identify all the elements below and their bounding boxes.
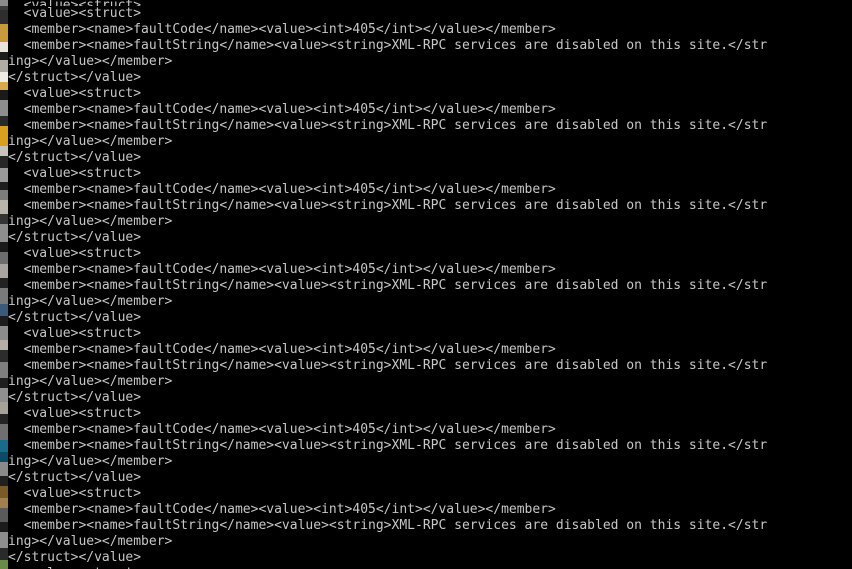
background-window-strip-segment (0, 190, 8, 200)
background-window-strip-segment (0, 304, 8, 316)
terminal-line: <value><struct> (8, 166, 142, 181)
background-window-strip-segment (0, 288, 8, 304)
terminal-line: <value><struct> (8, 406, 142, 421)
background-window-strip-segment (0, 42, 8, 52)
background-window-strip-segment (0, 10, 8, 24)
terminal-line: ing></value></member> (8, 54, 173, 69)
terminal-line: ing></value></member> (8, 214, 173, 229)
background-window-strip-segment (0, 264, 8, 278)
background-window-strip-segment (0, 252, 8, 264)
terminal-window[interactable]: <value><struct> <value><struct> <member>… (0, 0, 852, 569)
background-window-strip-segment (0, 486, 8, 498)
terminal-line: <value><struct> (8, 86, 142, 101)
terminal-line: </struct></value> (8, 150, 142, 165)
terminal-line: <member><name>faultString</name><value><… (8, 518, 768, 533)
background-window-strip-segment (0, 522, 8, 532)
terminal-line: <value><struct> (8, 6, 142, 21)
background-window-strip-segment (0, 242, 8, 252)
background-window-strip-segment (0, 440, 8, 452)
terminal-line: ing></value></member> (8, 374, 173, 389)
background-window-strip-segment (0, 24, 8, 42)
background-window-strip-segment (0, 414, 8, 424)
terminal-line: <member><name>faultCode</name><value><in… (8, 422, 556, 437)
terminal-line: <member><name>faultCode</name><value><in… (8, 102, 556, 117)
terminal-line: <member><name>faultString</name><value><… (8, 438, 768, 453)
terminal-line: <member><name>faultString</name><value><… (8, 38, 768, 53)
background-window-strip-segment (0, 60, 8, 72)
background-window-strip-segment (0, 560, 8, 569)
terminal-line: <member><name>faultString</name><value><… (8, 118, 768, 133)
terminal-line: ing></value></member> (8, 534, 173, 549)
background-window-strip-segment (0, 156, 8, 168)
terminal-line: <member><name>faultString</name><value><… (8, 358, 768, 373)
terminal-line: ing></value></member> (8, 134, 173, 149)
background-window-strip-segment (0, 82, 8, 90)
background-window-strip-segment (0, 90, 8, 100)
background-window-strip-segment (0, 452, 8, 462)
background-window-strip-segment (0, 378, 8, 388)
terminal-line: <member><name>faultCode</name><value><in… (8, 22, 556, 37)
background-window-strip-segment (0, 182, 8, 190)
background-window-strip-segment (0, 214, 8, 224)
background-window-strip-segment (0, 402, 8, 414)
background-window-sliver[interactable] (0, 0, 8, 569)
background-window-strip-segment (0, 340, 8, 350)
background-window-strip-segment (0, 278, 8, 288)
background-window-strip-segment (0, 498, 8, 508)
terminal-output-text[interactable]: <value><struct> <value><struct> <member>… (0, 0, 852, 569)
terminal-line: <member><name>faultString</name><value><… (8, 278, 768, 293)
background-window-strip-segment (0, 424, 8, 440)
background-window-strip-segment (0, 462, 8, 476)
terminal-line: </struct></value> (8, 310, 142, 325)
background-window-strip-segment (0, 224, 8, 242)
background-window-strip-segment (0, 326, 8, 340)
background-window-strip-segment (0, 116, 8, 126)
background-window-strip-segment (0, 72, 8, 82)
background-window-strip-segment (0, 350, 8, 362)
terminal-line-clipped: <value><struct> (0, 0, 852, 6)
terminal-line: </struct></value> (8, 230, 142, 245)
terminal-line: <member><name>faultString</name><value><… (8, 198, 768, 213)
terminal-line: <value><struct> (8, 246, 142, 261)
terminal-line: </struct></value> (8, 390, 142, 405)
terminal-line: </struct></value> (8, 550, 142, 565)
terminal-line: </struct></value> (8, 70, 142, 85)
terminal-line: <member><name>faultCode</name><value><in… (8, 502, 556, 517)
background-window-strip-segment (0, 548, 8, 560)
background-window-strip-segment (0, 388, 8, 402)
terminal-line: ing></value></member> (8, 294, 173, 309)
terminal-line: </struct></value> (8, 470, 142, 485)
terminal-line: <member><name>faultCode</name><value><in… (8, 342, 556, 357)
background-window-strip-segment (0, 532, 8, 548)
terminal-line: <member><name>faultCode</name><value><in… (8, 182, 556, 197)
background-window-strip-segment (0, 146, 8, 156)
terminal-line: <member><name>faultCode</name><value><in… (8, 262, 556, 277)
terminal-line: <value><struct> (8, 326, 142, 341)
terminal-line: <value><struct> (8, 486, 142, 501)
terminal-line: ing></value></member> (8, 454, 173, 469)
background-window-strip-segment (0, 316, 8, 326)
background-window-strip-segment (0, 168, 8, 182)
background-window-strip-segment (0, 476, 8, 486)
background-window-strip-segment (0, 100, 8, 116)
background-window-strip-segment (0, 362, 8, 378)
background-window-strip-segment (0, 200, 8, 214)
background-window-strip-segment (0, 52, 8, 60)
screen: <value><struct> <value><struct> <member>… (0, 0, 852, 569)
background-window-strip-segment (0, 508, 8, 522)
background-window-strip-segment (0, 126, 8, 146)
